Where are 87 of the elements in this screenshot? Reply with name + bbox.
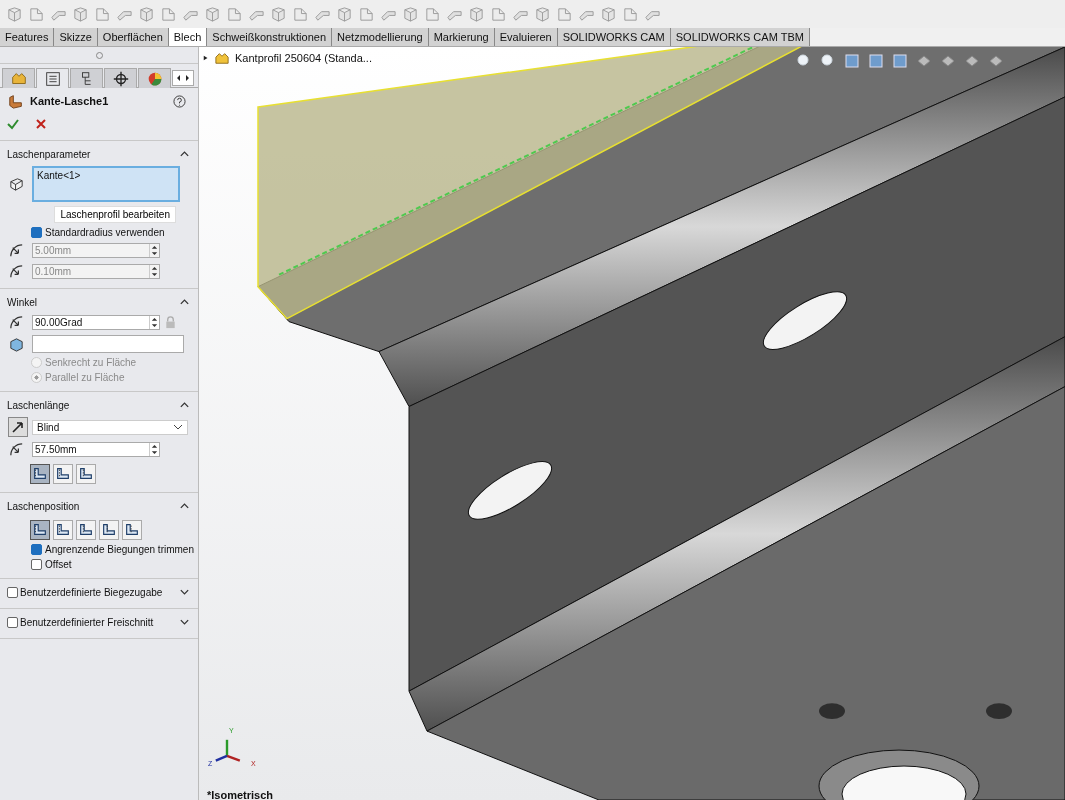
command-tab[interactable]: SOLIDWORKS CAM — [557, 28, 671, 46]
cancel-icon[interactable] — [34, 117, 48, 131]
caret-icon[interactable] — [179, 502, 190, 510]
feature-title: Kante-Lasche1 — [30, 95, 110, 107]
flange-icon — [8, 93, 24, 109]
caret-icon[interactable] — [179, 298, 190, 306]
caret-icon[interactable] — [179, 588, 190, 596]
section-title: Benutzerdefinierter Freischnitt — [20, 616, 155, 628]
tool-icon[interactable] — [226, 5, 243, 23]
end-condition-dropdown[interactable]: Blind — [32, 419, 188, 435]
tree-item[interactable]: Kantprofil 250604 (Standa... — [203, 51, 372, 65]
tool-icon[interactable] — [94, 5, 111, 23]
edge-icon — [8, 175, 25, 193]
tool-icon[interactable] — [28, 5, 45, 23]
section-title: Laschenposition — [7, 500, 81, 512]
tool-icon[interactable] — [270, 5, 287, 23]
tool-icon[interactable] — [556, 5, 573, 23]
part-icon — [214, 51, 230, 65]
checkbox[interactable] — [31, 559, 42, 570]
checkbox[interactable] — [7, 616, 18, 628]
tool-icon[interactable] — [468, 5, 485, 23]
tool-icon[interactable] — [490, 5, 507, 23]
scroll-arrows-icon[interactable] — [172, 70, 194, 86]
section-title: Winkel — [7, 296, 38, 308]
tool-icon[interactable] — [160, 5, 177, 23]
tree-item-label: Kantprofil 250604 (Standa... — [235, 52, 372, 64]
section-title: Laschenparameter — [7, 148, 92, 160]
view-tool-icon[interactable] — [843, 52, 861, 70]
tool-icon[interactable] — [72, 5, 89, 23]
list-icon[interactable] — [43, 69, 62, 88]
caret-icon[interactable] — [179, 618, 190, 626]
checkbox[interactable] — [31, 227, 42, 238]
tool-icon[interactable] — [204, 5, 221, 23]
spinner-icon[interactable] — [150, 316, 159, 329]
help-icon[interactable] — [173, 94, 186, 108]
tool-icon[interactable] — [358, 5, 375, 23]
view-name: *Isometrisch — [207, 789, 274, 800]
tool-icon[interactable] — [336, 5, 353, 23]
section-title: Laschenlänge — [7, 399, 71, 411]
view-tool-icon[interactable] — [891, 52, 909, 70]
dimension-icon — [8, 263, 25, 280]
tool-icon[interactable] — [534, 5, 551, 23]
tool-icon[interactable] — [600, 5, 617, 23]
dimension-icon — [8, 242, 25, 259]
view-tool-icon[interactable] — [867, 52, 885, 70]
number-field[interactable]: 90.00Grad — [32, 315, 160, 330]
tool-icon[interactable] — [402, 5, 419, 23]
chevron-icon[interactable] — [173, 424, 183, 430]
caret-icon[interactable] — [179, 150, 190, 158]
manager-tab[interactable] — [36, 68, 69, 88]
manager-tab[interactable] — [104, 68, 137, 88]
number-field[interactable]: 57.50mm — [32, 442, 160, 457]
command-tab[interactable]: Schweißkonstruktionen — [207, 28, 333, 46]
command-tab[interactable]: Markierung — [428, 28, 495, 46]
dimension-icon — [8, 441, 25, 458]
tool-icon[interactable] — [292, 5, 309, 23]
edit-profile-button[interactable]: Laschenprofil bearbeiten — [54, 206, 176, 223]
section-title: Benutzerdefinierte Biegezugabe — [20, 586, 164, 598]
tool-icon[interactable] — [6, 5, 23, 23]
command-tab[interactable]: Evaluieren — [494, 28, 558, 46]
command-tab[interactable]: Netzmodellierung — [332, 28, 429, 46]
checkbox-label: Offset — [45, 559, 72, 570]
manager-tab[interactable] — [70, 68, 103, 88]
checkbox-label: Angrenzende Biegungen trimmen — [45, 544, 194, 555]
command-tab[interactable]: SOLIDWORKS CAM TBM — [670, 28, 810, 46]
spinner-icon[interactable] — [150, 443, 159, 456]
face-field[interactable] — [32, 335, 184, 353]
command-tab[interactable]: Blech — [168, 28, 208, 46]
caret-icon[interactable] — [179, 401, 190, 409]
tool-icon[interactable] — [424, 5, 441, 23]
checkbox[interactable] — [31, 544, 42, 555]
tool-icon[interactable] — [622, 5, 639, 23]
selection-box[interactable]: Kante<1> — [32, 166, 180, 202]
command-tab[interactable]: Skizze — [54, 28, 98, 46]
face-icon — [8, 335, 25, 353]
radio-label: Parallel zu Fläche — [45, 372, 125, 383]
confirm-icon[interactable] — [6, 117, 20, 131]
checkbox[interactable] — [7, 586, 18, 598]
tool-icon[interactable] — [138, 5, 155, 23]
lock-icon[interactable] — [164, 316, 177, 329]
command-tab[interactable]: Oberflächen — [97, 28, 169, 46]
command-tab[interactable]: Features — [0, 28, 55, 46]
expand-icon[interactable] — [203, 54, 209, 62]
radio-label: Senkrecht zu Fläche — [45, 357, 137, 368]
crosshair-icon[interactable] — [111, 69, 130, 88]
dimension-icon — [8, 314, 25, 331]
checkbox-label: Standardradius verwenden — [45, 227, 165, 238]
